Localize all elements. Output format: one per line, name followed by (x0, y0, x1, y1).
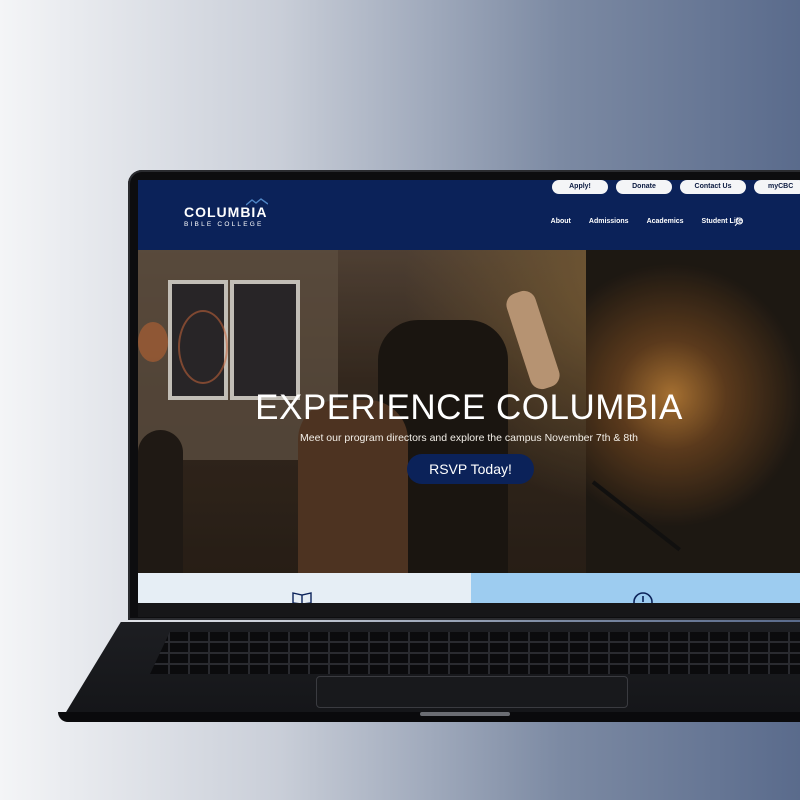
hero-title: EXPERIENCE COLUMBIA (255, 388, 683, 427)
feature-card-left[interactable] (138, 573, 471, 603)
laptop-notch (420, 712, 510, 716)
utility-nav: Apply! Donate Contact Us myCBC (552, 180, 800, 194)
hero-section: EXPERIENCE COLUMBIA Meet our program dir… (138, 250, 800, 573)
nav-item-academics[interactable]: Academics (647, 218, 684, 225)
contact-us-button[interactable]: Contact Us (680, 180, 746, 194)
laptop-keyboard-rows (150, 632, 800, 674)
rsvp-button[interactable]: RSVP Today! (407, 454, 534, 484)
nav-item-admissions[interactable]: Admissions (589, 218, 629, 225)
site-logo[interactable]: COLUMBIA BIBLE COLLEGE (184, 198, 268, 228)
logo-subtitle: BIBLE COLLEGE (184, 221, 264, 228)
mycbc-button[interactable]: myCBC (754, 180, 800, 194)
feature-card-right[interactable] (471, 573, 800, 603)
site-header: Apply! Donate Contact Us myCBC COLUMBIA … (138, 180, 800, 250)
mountain-logo-icon (246, 198, 268, 206)
website-screen: Apply! Donate Contact Us myCBC COLUMBIA … (138, 180, 800, 603)
donate-button[interactable]: Donate (616, 180, 672, 194)
main-nav: About Admissions Academics Student Life (551, 218, 742, 225)
logo-name: COLUMBIA (184, 204, 268, 220)
laptop-mockup: Apply! Donate Contact Us myCBC COLUMBIA … (0, 0, 800, 800)
book-icon (292, 592, 312, 603)
laptop-trackpad (316, 676, 628, 708)
nav-item-about[interactable]: About (551, 218, 571, 225)
search-icon[interactable] (734, 217, 744, 227)
laptop-hinge (138, 603, 800, 617)
hero-subtitle: Meet our program directors and explore t… (300, 432, 638, 444)
compass-icon (633, 592, 653, 603)
apply-button[interactable]: Apply! (552, 180, 608, 194)
